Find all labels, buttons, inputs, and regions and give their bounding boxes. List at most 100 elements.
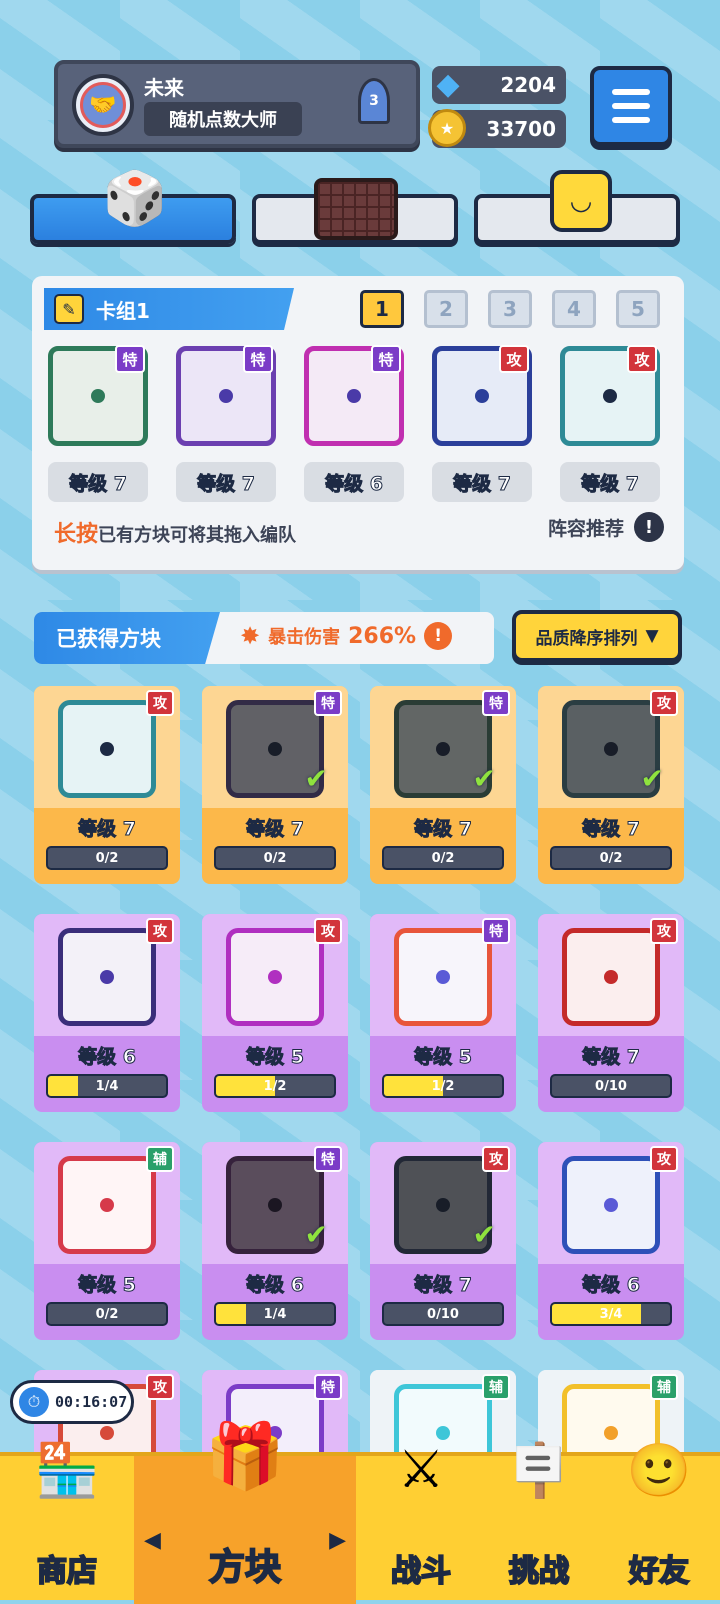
die-pip: [603, 389, 617, 403]
deck-slot[interactable]: 特 等级 6: [304, 345, 408, 502]
pencil-icon[interactable]: ✎: [54, 294, 84, 324]
avatar[interactable]: 🤝: [72, 74, 134, 136]
sword-shield-icon: ⚔: [397, 1440, 445, 1500]
progress-text: 3/4: [599, 1306, 623, 1322]
deck-slot[interactable]: 攻 等级 7: [432, 345, 536, 502]
dice-card[interactable]: 攻等级 7 0/10: [538, 914, 684, 1112]
acquired-label: 已获得方块: [34, 612, 220, 664]
level-label: 等级 7: [414, 818, 473, 841]
player-name: 未来: [144, 76, 184, 100]
progress-text: 0/2: [431, 850, 455, 866]
dice-card[interactable]: 特 ✔ 等级 6 1/4: [202, 1142, 348, 1340]
crit-damage[interactable]: ✸ 暴击伤害 266% !: [240, 622, 453, 650]
menu-icon-line: [612, 103, 650, 109]
tab-emote[interactable]: ◡: [474, 170, 680, 244]
lineup-recommend-button[interactable]: 阵容推荐 !: [548, 512, 664, 542]
type-tag: 辅: [650, 1374, 678, 1400]
dice-card[interactable]: 攻等级 6 1/4: [34, 914, 180, 1112]
die-pip: [436, 970, 450, 984]
deck-selector: 1 2 3 4 5: [360, 290, 660, 328]
deck-tab-4[interactable]: 4: [552, 290, 596, 328]
deck-name: 卡组1: [96, 298, 150, 323]
upgrade-progress: 0/2: [550, 846, 672, 870]
dice-card[interactable]: 攻等级 7 0/2: [34, 686, 180, 884]
dice-card[interactable]: 攻 ✔ 等级 7 0/10: [370, 1142, 516, 1340]
nav-shop[interactable]: 🏪 商店: [0, 1441, 134, 1604]
check-icon: ✔: [472, 1218, 496, 1251]
type-tag: 攻: [650, 1146, 678, 1172]
level-label: 等级 6: [582, 1274, 641, 1297]
board-icon: [314, 178, 398, 240]
upgrade-progress: 0/10: [382, 1302, 504, 1326]
burst-icon: ✸: [240, 622, 261, 650]
type-tag: 特: [314, 690, 342, 716]
deck-slot[interactable]: 特 等级 7: [176, 345, 280, 502]
nav-challenge[interactable]: 🪧 挑战: [480, 1441, 598, 1604]
deck-tab-3[interactable]: 3: [488, 290, 532, 328]
die-face: [58, 928, 156, 1026]
progress-text: 1/4: [263, 1306, 287, 1322]
coin-counter[interactable]: ★ 33700: [428, 109, 566, 148]
nav-battle[interactable]: ⚔ 战斗: [362, 1440, 480, 1604]
deck-name-label[interactable]: ✎ 卡组1: [44, 288, 294, 330]
menu-button[interactable]: [590, 66, 672, 146]
chevron-left-icon[interactable]: ◀: [144, 1528, 161, 1553]
dice-card[interactable]: 攻等级 5 1/2: [202, 914, 348, 1112]
gem-count: 2204: [500, 73, 556, 97]
player-profile-card[interactable]: 🤝 未来 随机点数大师 3: [54, 60, 420, 148]
tab-board[interactable]: [252, 178, 458, 244]
rank-badge[interactable]: 3: [358, 78, 390, 124]
die-face: [394, 928, 492, 1026]
sort-button[interactable]: 品质降序排列 ▼: [512, 610, 682, 662]
level-label: 等级 7: [78, 818, 137, 841]
die-pip: [91, 389, 105, 403]
level-label: 等级 6: [246, 1274, 305, 1297]
coin-icon: ★: [428, 109, 466, 147]
type-tag: 攻: [499, 345, 529, 373]
dice-card[interactable]: 辅等级 5 0/2: [34, 1142, 180, 1340]
type-tag: 辅: [146, 1146, 174, 1172]
die-pip: [436, 742, 450, 756]
type-tag: 特: [243, 345, 273, 373]
deck-panel: ✎ 卡组1 1 2 3 4 5 特 等级 7 特 等级 7 特 等级 6 攻 等…: [32, 276, 684, 570]
dice-card[interactable]: 攻等级 6 3/4: [538, 1142, 684, 1340]
upgrade-progress: 0/2: [46, 1302, 168, 1326]
progress-text: 0/2: [263, 850, 287, 866]
type-tag: 特: [482, 918, 510, 944]
menu-icon-line: [612, 89, 650, 95]
die-pip: [604, 1426, 618, 1440]
upgrade-progress: 0/2: [382, 846, 504, 870]
dice-card[interactable]: 特等级 5 1/2: [370, 914, 516, 1112]
progress-text: 0/2: [599, 850, 623, 866]
shop-icon: 🏪: [34, 1440, 100, 1501]
dice-card[interactable]: 特 ✔ 等级 7 0/2: [202, 686, 348, 884]
type-tag: 特: [314, 1374, 342, 1400]
deck-slot[interactable]: 攻 等级 7: [560, 345, 664, 502]
die-face: 特: [48, 345, 148, 446]
upgrade-progress: 0/2: [214, 846, 336, 870]
dice-card[interactable]: 攻 ✔ 等级 7 0/2: [538, 686, 684, 884]
nav-blocks[interactable]: 🎁 ◀ ▶ 方块: [134, 1420, 356, 1604]
die-pip: [100, 742, 114, 756]
timer-text: 00:16:07: [55, 1393, 128, 1411]
deck-tab-2[interactable]: 2: [424, 290, 468, 328]
deck-tab-1[interactable]: 1: [360, 290, 404, 328]
die-face: [58, 700, 156, 798]
deck-slot[interactable]: 特 等级 7: [48, 345, 152, 502]
deck-tab-5[interactable]: 5: [616, 290, 660, 328]
progress-text: 1/2: [431, 1078, 455, 1094]
tab-dice[interactable]: 🎲: [30, 169, 236, 244]
type-tag: 特: [115, 345, 145, 373]
info-icon[interactable]: !: [424, 622, 453, 650]
level-label: 等级 5: [414, 1046, 473, 1069]
nav-battle-label: 战斗: [390, 1553, 452, 1590]
info-icon: !: [634, 512, 664, 542]
stopwatch-icon: ⏱: [19, 1387, 49, 1417]
nav-friends[interactable]: 🙂 好友: [598, 1441, 720, 1604]
gem-counter[interactable]: ◆ 2204: [432, 66, 566, 104]
upgrade-progress: 1/2: [214, 1074, 336, 1098]
chevron-right-icon[interactable]: ▶: [329, 1528, 346, 1553]
level-label: 等级 7: [414, 1274, 473, 1297]
dice-card[interactable]: 特 ✔ 等级 7 0/2: [370, 686, 516, 884]
die-pip: [268, 742, 282, 756]
